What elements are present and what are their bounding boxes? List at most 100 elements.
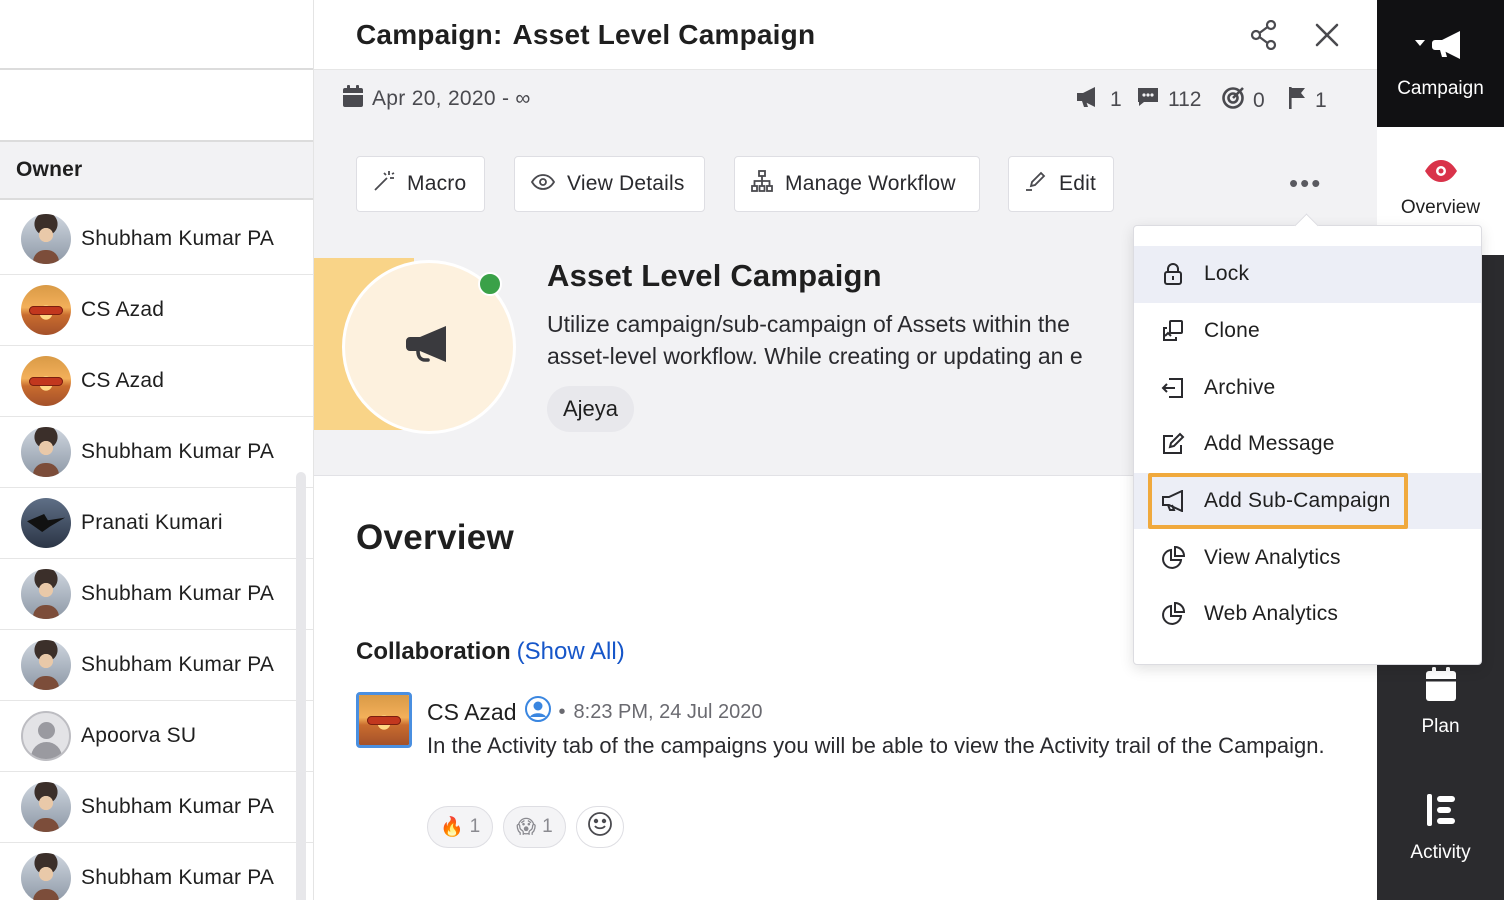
left-scrollbar[interactable] xyxy=(296,472,306,900)
list-item[interactable]: Shubham Kumar PA xyxy=(0,843,313,900)
avatar xyxy=(21,853,71,900)
menu-item-label: View Analytics xyxy=(1204,545,1341,569)
menu-item-label: Web Analytics xyxy=(1204,602,1339,626)
rail-label: Plan xyxy=(1421,716,1460,737)
list-item[interactable]: Shubham Kumar PA xyxy=(0,417,313,488)
menu-item-view-analytics[interactable]: View Analytics xyxy=(1134,529,1481,586)
menu-item-lock[interactable]: Lock xyxy=(1134,246,1481,303)
menu-item-clone[interactable]: Clone xyxy=(1134,303,1481,360)
rail-label: Activity xyxy=(1410,842,1471,863)
comment-icon xyxy=(1136,86,1160,114)
left-filter-bar xyxy=(0,70,313,142)
left-toolbar xyxy=(0,0,313,70)
megaphone-icon xyxy=(1160,488,1186,514)
reaction-scream[interactable]: 😱 1 xyxy=(503,806,566,848)
flag-count[interactable]: 1 xyxy=(1287,86,1327,116)
menu-item-label: Lock xyxy=(1204,262,1250,286)
menu-item-archive[interactable]: Archive xyxy=(1134,359,1481,416)
user-badge-icon xyxy=(524,696,551,728)
add-reaction-button[interactable] xyxy=(575,806,624,848)
meta-bar: Apr 20, 2020 - ∞ 1 112 0 1 xyxy=(314,70,1377,128)
list-item[interactable]: Shubham Kumar PA xyxy=(0,204,313,275)
avatar xyxy=(21,285,71,335)
stat-value: 112 xyxy=(1168,88,1202,111)
comment-text: In the Activity tab of the campaigns you… xyxy=(427,733,1325,758)
comment-avatar xyxy=(356,692,412,748)
more-options-icon[interactable]: ••• xyxy=(1289,168,1322,199)
workflow-icon xyxy=(751,170,773,198)
goal-count[interactable]: 0 xyxy=(1221,86,1265,116)
avatar xyxy=(21,782,71,832)
owner-tag[interactable]: Ajeya xyxy=(547,386,635,432)
list-item[interactable]: Pranati Kumari xyxy=(0,488,313,559)
button-label: View Details xyxy=(567,172,685,195)
edit-square-icon xyxy=(1160,431,1186,457)
list-item[interactable]: CS Azad xyxy=(0,275,313,346)
campaign-name: Asset Level Campaign xyxy=(547,258,882,293)
list-item[interactable]: Apoorva SU xyxy=(0,701,313,772)
comment-author[interactable]: CS Azad xyxy=(427,699,517,726)
menu-item-label: Add Message xyxy=(1204,432,1335,456)
share-icon[interactable] xyxy=(1250,19,1278,55)
avatar xyxy=(21,569,71,619)
sub-campaign-count[interactable]: 1 xyxy=(1074,86,1122,114)
owner-column-header[interactable]: Owner xyxy=(0,142,313,200)
status-indicator xyxy=(478,272,502,296)
eye-icon xyxy=(1377,159,1504,189)
list-item[interactable]: Shubham Kumar PA xyxy=(0,559,313,630)
reaction-count: 1 xyxy=(469,816,481,837)
left-list-panel: Owner Shubham Kumar PA CS Azad CS Azad S… xyxy=(0,0,314,900)
more-options-menu: Lock Clone Archive Add Message Add Sub-C… xyxy=(1133,225,1482,665)
reaction-bar: 🔥 1 😱 1 xyxy=(427,806,624,848)
owner-name: Apoorva SU xyxy=(81,724,197,747)
stat-value: 0 xyxy=(1253,89,1265,112)
avatar xyxy=(21,214,71,264)
rail-item-plan[interactable]: Plan xyxy=(1377,666,1504,738)
rail-item-activity[interactable]: Activity xyxy=(1377,792,1504,864)
date-range: Apr 20, 2020 - ∞ xyxy=(372,87,531,110)
eye-icon xyxy=(530,172,556,196)
macro-button[interactable]: Macro xyxy=(356,156,485,212)
pie-chart-icon xyxy=(1160,545,1186,571)
view-details-button[interactable]: View Details xyxy=(514,156,705,212)
menu-item-web-analytics[interactable]: Web Analytics xyxy=(1134,586,1481,643)
message-count[interactable]: 112 xyxy=(1136,86,1201,114)
pencil-icon xyxy=(1025,170,1047,198)
rail-item-campaign[interactable]: Campaign xyxy=(1377,0,1504,127)
edit-button[interactable]: Edit xyxy=(1008,156,1114,212)
megaphone-icon xyxy=(1074,86,1102,114)
menu-item-add-sub-campaign[interactable]: Add Sub-Campaign xyxy=(1134,472,1481,530)
calendar-icon xyxy=(1377,666,1504,708)
stat-value: 1 xyxy=(1110,88,1122,111)
close-icon[interactable] xyxy=(1314,22,1340,53)
manage-workflow-button[interactable]: Manage Workflow xyxy=(734,156,980,212)
show-all-link[interactable]: (Show All) xyxy=(517,638,625,665)
collaboration-title: Collaboration xyxy=(356,638,511,665)
owner-name: Shubham Kumar PA xyxy=(81,866,275,889)
menu-item-label: Add Sub-Campaign xyxy=(1204,489,1391,513)
rail-label: Overview xyxy=(1400,197,1481,218)
avatar xyxy=(21,427,71,477)
list-item[interactable]: Shubham Kumar PA xyxy=(0,630,313,701)
comment-header: CS Azad • 8:23 PM, 24 Jul 2020 xyxy=(427,696,763,728)
button-label: Edit xyxy=(1059,172,1096,195)
title-prefix: Campaign: xyxy=(356,18,503,50)
detail-header: Campaign: Asset Level Campaign xyxy=(314,0,1377,70)
description-line: Utilize campaign/sub-campaign of Assets … xyxy=(547,311,1070,337)
owner-name: Shubham Kumar PA xyxy=(81,440,275,463)
owner-name: CS Azad xyxy=(81,369,165,392)
reaction-fire[interactable]: 🔥 1 xyxy=(427,806,494,848)
pie-chart-icon xyxy=(1160,601,1186,627)
overview-heading: Overview xyxy=(356,518,515,557)
target-icon xyxy=(1221,86,1245,116)
list-item[interactable]: CS Azad xyxy=(0,346,313,417)
calendar-icon xyxy=(342,84,364,114)
lock-icon xyxy=(1160,261,1186,287)
menu-item-add-message[interactable]: Add Message xyxy=(1134,416,1481,473)
owner-name: Shubham Kumar PA xyxy=(81,653,275,676)
description-line: asset-level workflow. While creating or … xyxy=(547,343,1083,369)
button-label: Manage Workflow xyxy=(785,172,956,195)
list-item[interactable]: Shubham Kumar PA xyxy=(0,772,313,843)
stat-value: 1 xyxy=(1315,89,1327,112)
campaign-description: Utilize campaign/sub-campaign of Assets … xyxy=(547,308,1137,372)
